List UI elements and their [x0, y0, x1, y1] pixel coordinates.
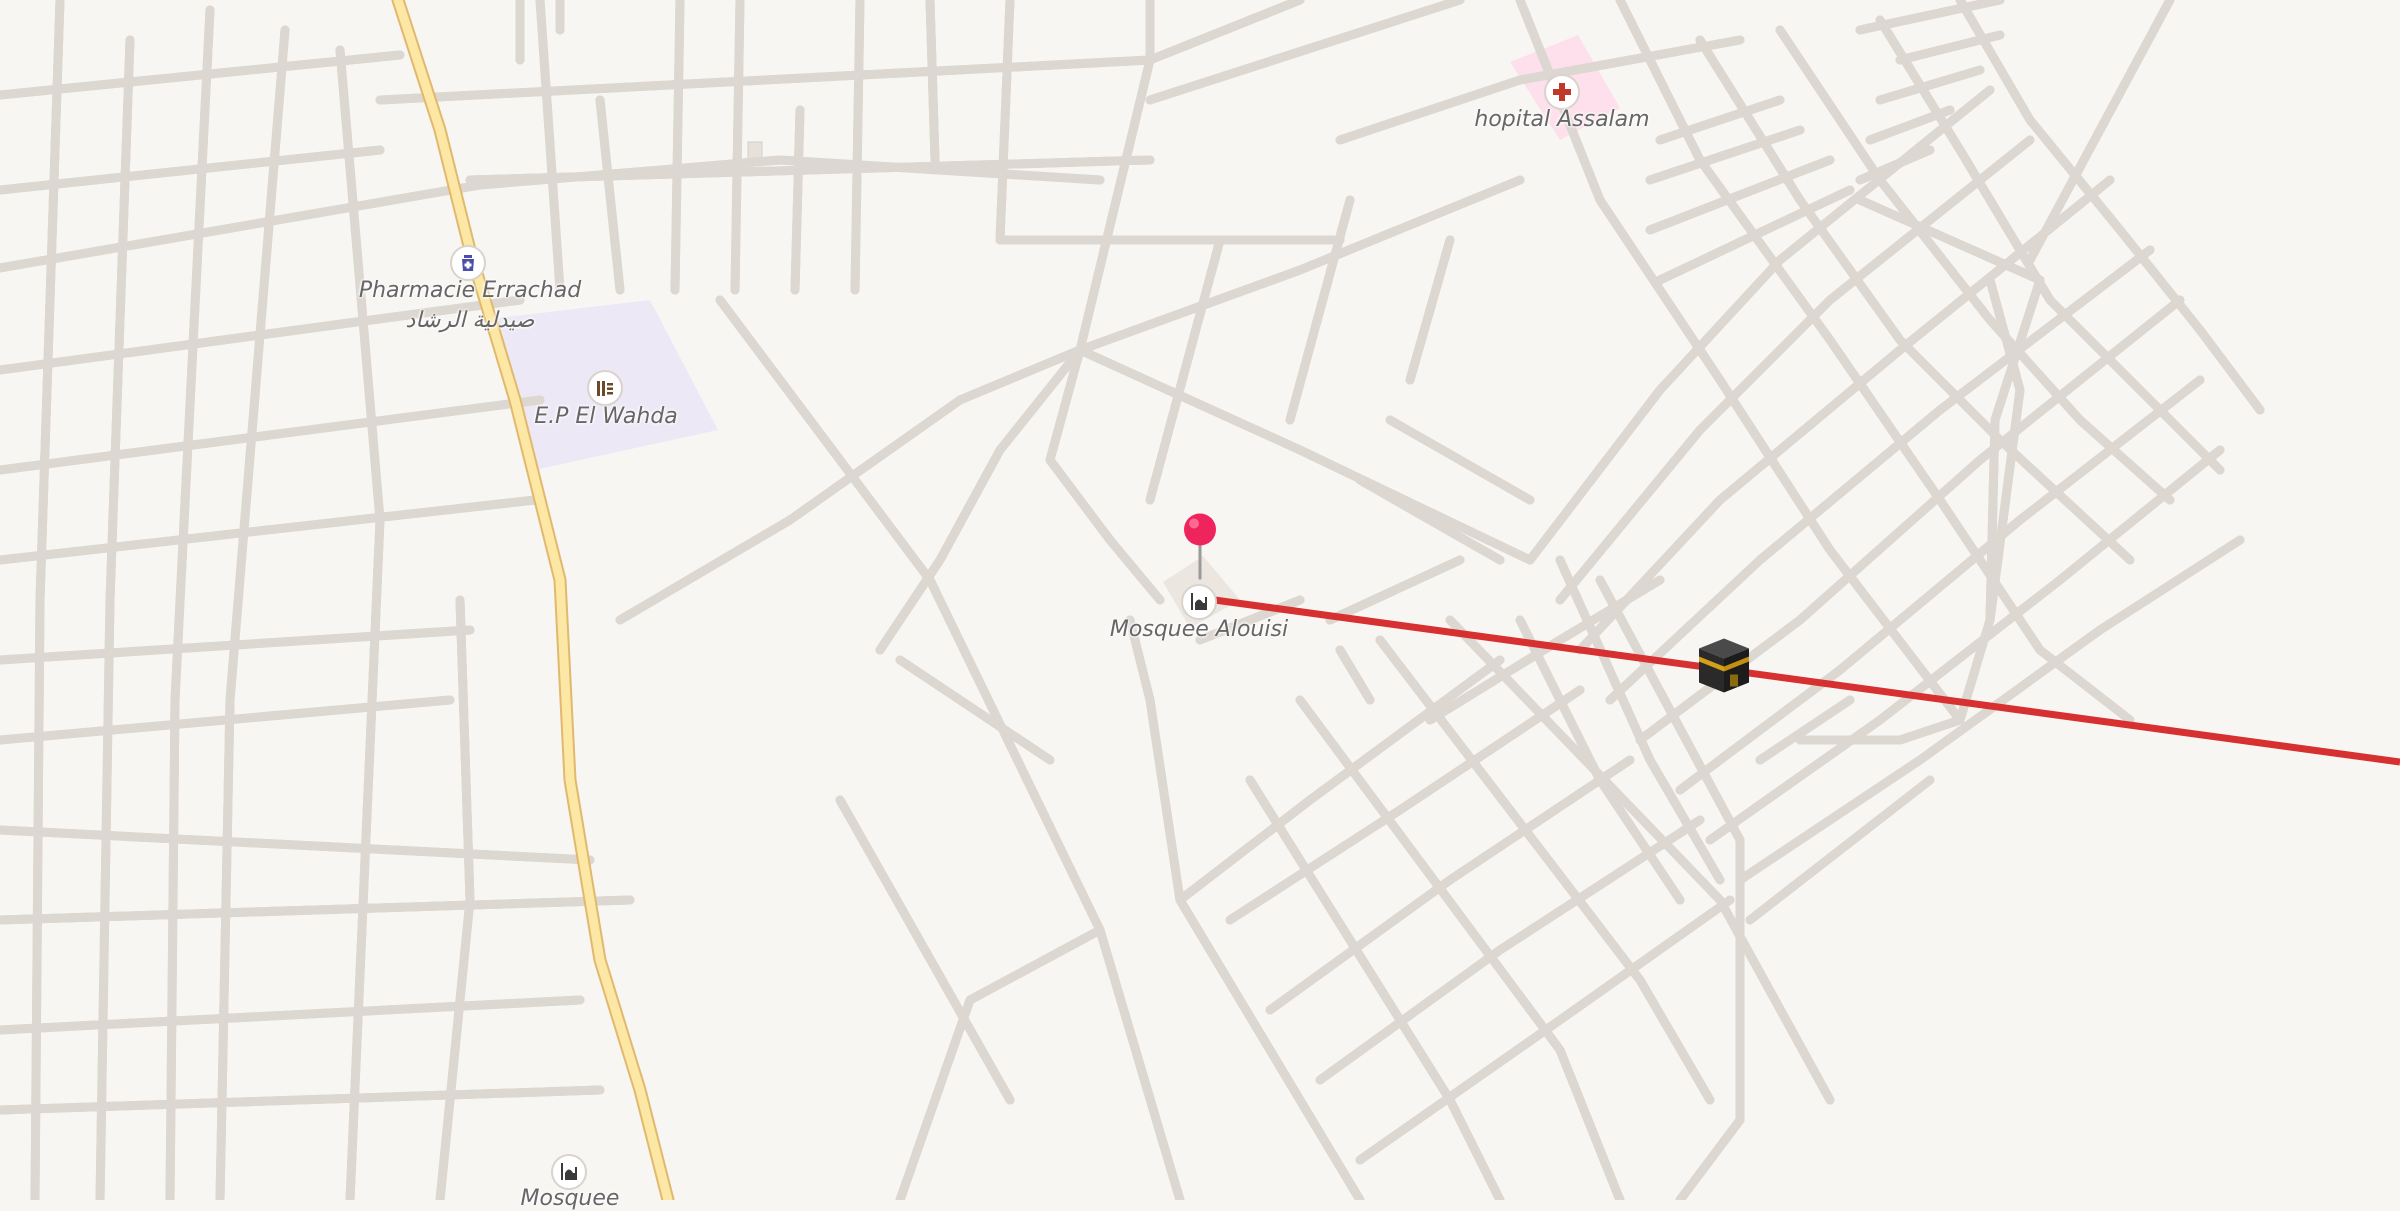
map-view[interactable]: Pharmacie Errachad صيدلية الرشاد E.P El … — [0, 0, 2400, 1211]
mosque-icon[interactable] — [551, 1154, 587, 1190]
kaaba-icon[interactable] — [1697, 637, 1751, 700]
poi-label-pharmacie: Pharmacie Errachad — [358, 278, 582, 303]
poi-label-mosque-alouisi: Mosquee Alouisi — [1109, 617, 1289, 642]
school-icon[interactable] — [587, 370, 623, 406]
pharmacy-icon[interactable] — [450, 245, 486, 281]
hospital-icon[interactable] — [1544, 74, 1580, 110]
poi-label-school: E.P El Wahda — [534, 404, 678, 429]
poi-label-pharmacie-ar: صيدلية الرشاد — [405, 308, 535, 333]
location-pin-icon[interactable] — [1180, 512, 1220, 587]
mosque-icon[interactable] — [1181, 584, 1217, 620]
poi-label-mosque-bottom: Mosquee — [520, 1186, 620, 1211]
streets — [0, 0, 2260, 1200]
poi-label-hospital: hopital Assalam — [1474, 107, 1650, 132]
